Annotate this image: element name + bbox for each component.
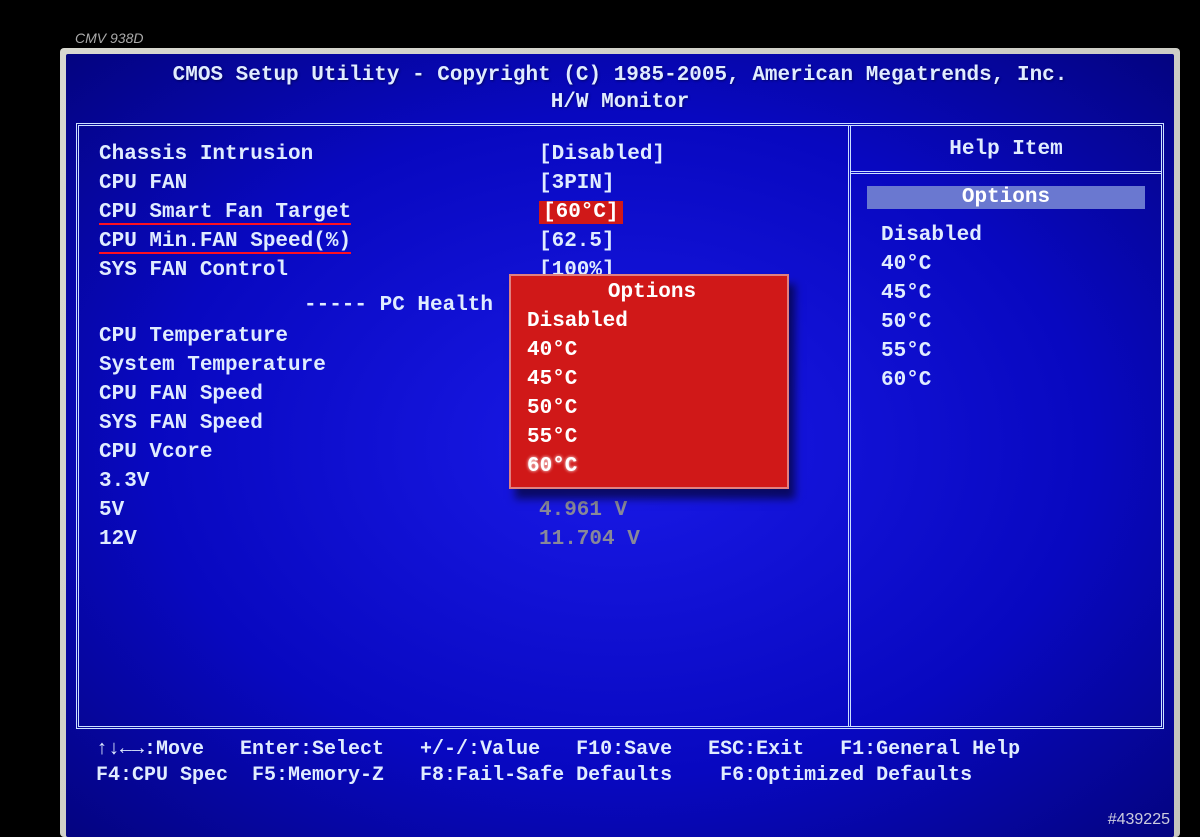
health-label: CPU FAN Speed (99, 383, 263, 406)
options-popup[interactable]: Options Disabled 40°C 45°C 50°C 55°C 60°… (509, 274, 789, 489)
health-value: 4.961 V (539, 499, 627, 522)
help-option: Disabled (881, 221, 1161, 250)
setting-label: SYS FAN Control (99, 259, 288, 282)
setting-row[interactable]: CPU Smart Fan Target [60°C] (99, 198, 838, 227)
setting-value: [3PIN] (539, 172, 615, 195)
setting-label: CPU Min.FAN Speed(%) (99, 230, 351, 253)
popup-option[interactable]: 55°C (527, 423, 777, 452)
health-row: 5V 4.961 V (99, 496, 838, 525)
setting-label: Chassis Intrusion (99, 143, 313, 166)
footer-help-line2: F4:CPU Spec F5:Memory-Z F8:Fail-Safe Def… (66, 763, 1174, 789)
setting-value: [Disabled] (539, 143, 665, 166)
help-panel: Help Item Options Disabled 40°C 45°C 50°… (848, 126, 1161, 726)
main-frame: Chassis Intrusion [Disabled] CPU FAN [3P… (76, 123, 1164, 729)
health-label: SYS FAN Speed (99, 412, 263, 435)
popup-option[interactable]: 40°C (527, 336, 777, 365)
help-option: 55°C (881, 337, 1161, 366)
health-value: 11.704 V (539, 528, 640, 551)
health-label: System Temperature (99, 354, 326, 377)
help-option: 50°C (881, 308, 1161, 337)
health-label: 5V (99, 499, 124, 522)
popup-option-selected[interactable]: 60°C (527, 452, 777, 481)
footer-help-line1: ↑↓←→:Move Enter:Select +/-/:Value F10:Sa… (66, 729, 1174, 763)
health-label: 12V (99, 528, 137, 551)
health-label: CPU Vcore (99, 441, 212, 464)
help-option: 45°C (881, 279, 1161, 308)
popup-option[interactable]: 50°C (527, 394, 777, 423)
help-title: Help Item (851, 126, 1161, 174)
health-label: CPU Temperature (99, 325, 288, 348)
popup-title: Options (527, 278, 777, 307)
help-option: 40°C (881, 250, 1161, 279)
setting-label: CPU FAN (99, 172, 187, 195)
monitor-model-label: CMV 938D (75, 30, 143, 46)
help-option: 60°C (881, 366, 1161, 395)
setting-value: [62.5] (539, 230, 615, 253)
bios-screen: CMOS Setup Utility - Copyright (C) 1985-… (66, 54, 1174, 837)
popup-option[interactable]: Disabled (527, 307, 777, 336)
setting-row[interactable]: Chassis Intrusion [Disabled] (99, 140, 838, 169)
bios-subtitle: H/W Monitor (66, 89, 1174, 116)
setting-label: CPU Smart Fan Target (99, 201, 351, 224)
setting-row[interactable]: CPU FAN [3PIN] (99, 169, 838, 198)
help-options-header: Options (867, 186, 1145, 209)
popup-option[interactable]: 45°C (527, 365, 777, 394)
bios-title: CMOS Setup Utility - Copyright (C) 1985-… (66, 54, 1174, 89)
health-label: 3.3V (99, 470, 149, 493)
watermark: #439225 (1108, 811, 1170, 829)
monitor-frame: CMOS Setup Utility - Copyright (C) 1985-… (60, 48, 1180, 837)
settings-panel: Chassis Intrusion [Disabled] CPU FAN [3P… (79, 126, 848, 726)
help-options-list: Disabled 40°C 45°C 50°C 55°C 60°C (851, 221, 1161, 395)
health-row: 12V 11.704 V (99, 525, 838, 554)
setting-value-selected: [60°C] (539, 201, 623, 224)
setting-row[interactable]: CPU Min.FAN Speed(%) [62.5] (99, 227, 838, 256)
